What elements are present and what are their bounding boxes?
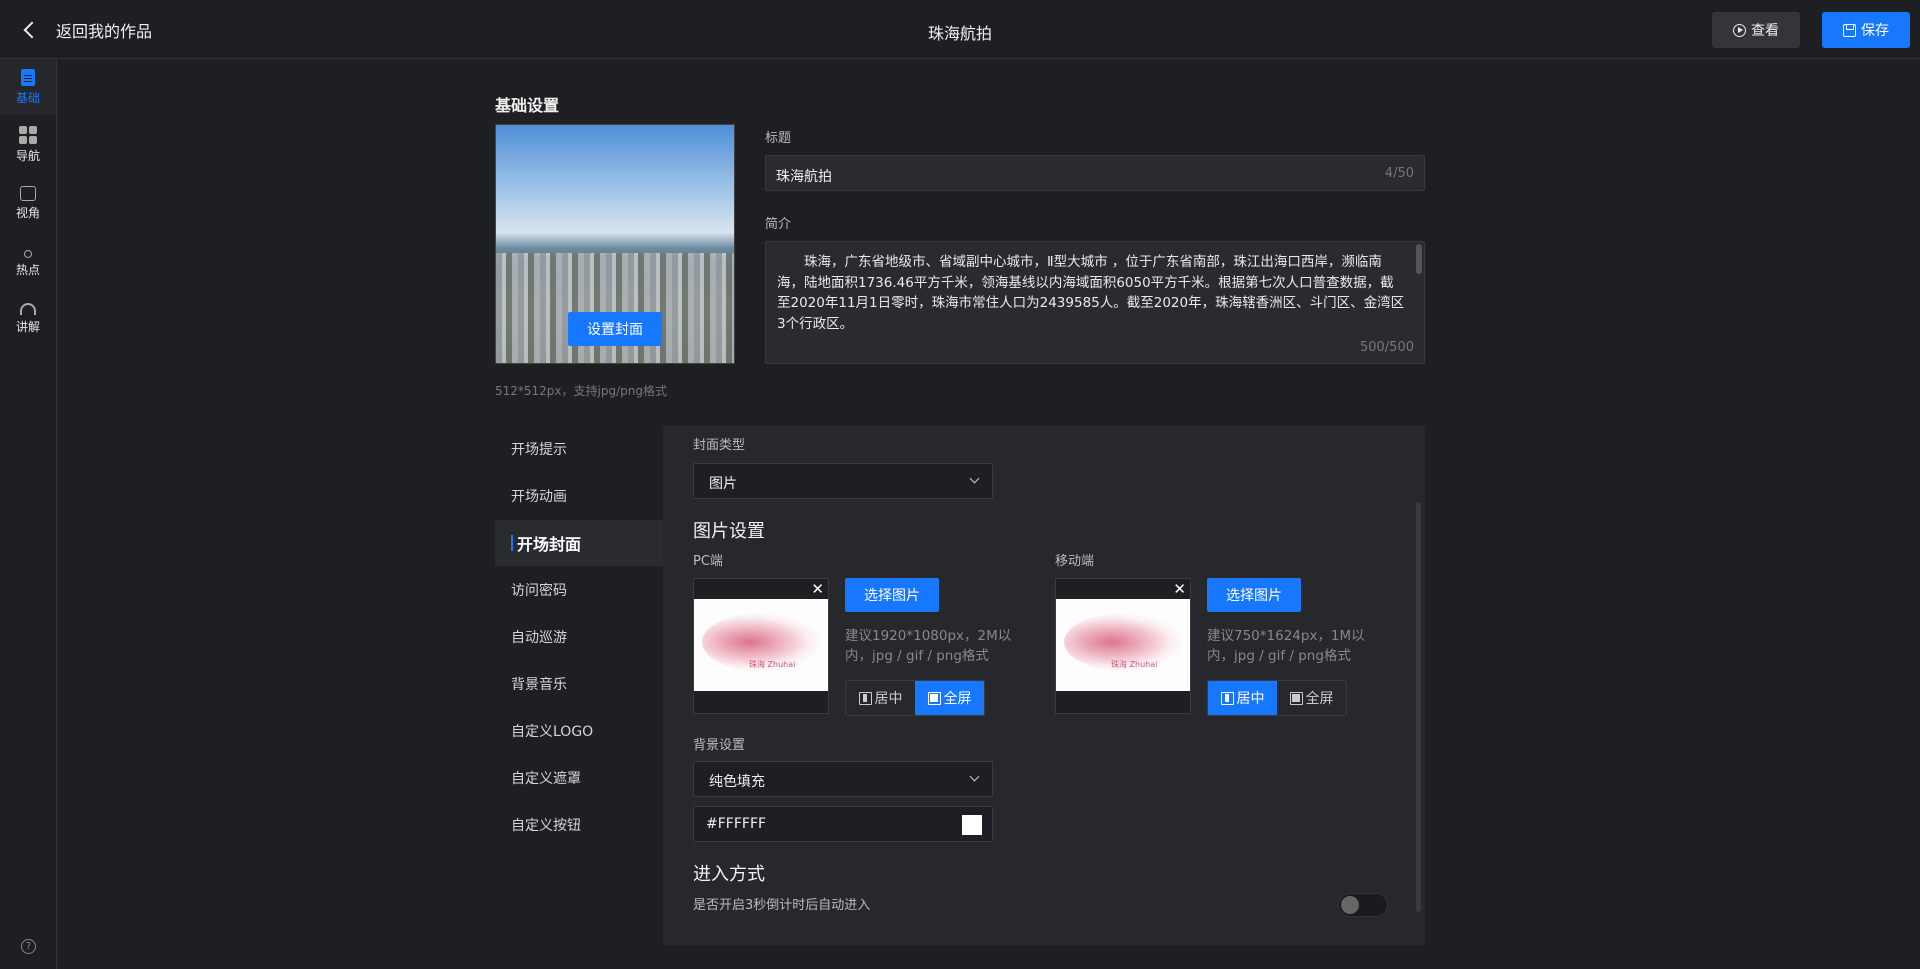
bg-color-input[interactable]: #FFFFFF — [693, 806, 993, 842]
grid-icon — [19, 126, 37, 144]
rail-item-view[interactable]: 视角 — [0, 175, 56, 231]
cover-type-label: 封面类型 — [693, 438, 746, 453]
rail-item-label: 基础 — [15, 90, 40, 105]
mobile-display-mode-toggle: 居中 全屏 — [1207, 680, 1347, 716]
rail-item-hotspot[interactable]: 热点 — [0, 233, 56, 289]
bg-settings-label: 背景设置 — [693, 738, 746, 753]
panel-scrollbar[interactable] — [1416, 502, 1421, 912]
set-cover-button[interactable]: 设置封面 — [568, 312, 662, 346]
tab-auto-tour[interactable]: 自动巡游 — [495, 614, 663, 660]
rail-item-label: 讲解 — [15, 320, 40, 334]
hotspot-icon — [24, 249, 32, 258]
intro-label: 简介 — [765, 217, 792, 232]
toggle-knob — [1341, 896, 1359, 914]
enter-mode-title: 进入方式 — [693, 864, 765, 885]
title-input[interactable]: 珠海航拍 4/50 — [765, 155, 1425, 191]
pc-fullscreen-option[interactable]: 全屏 — [915, 681, 984, 715]
fullscreen-label: 全屏 — [943, 691, 972, 707]
mobile-thumbnail: 珠海 Zhuhai ✕ — [1055, 578, 1191, 714]
tab-custom-button[interactable]: 自定义按钮 — [495, 802, 663, 848]
tab-opening-cover[interactable]: 开场封面 — [495, 520, 663, 566]
intro-textarea[interactable]: 珠海，广东省地级市、省域副中心城市，Ⅱ型大城市 ，位于广东省南部，珠江出海口西岸… — [765, 241, 1425, 364]
rail-item-label: 导航 — [15, 149, 40, 163]
cover-type-value: 图片 — [709, 476, 737, 492]
tab-opening-animation[interactable]: 开场动画 — [495, 473, 663, 519]
thumbnail-text: 珠海 Zhuhai — [749, 660, 796, 669]
document-icon — [21, 68, 35, 86]
pc-choose-image-button[interactable]: 选择图片 — [845, 578, 939, 612]
top-bar: 返回我的作品 珠海航拍 查看 保存 — [0, 0, 1920, 59]
cover-image: 设置封面 — [495, 124, 735, 364]
intro-char-count: 500/500 — [1359, 340, 1414, 355]
rail-item-label: 视角 — [15, 205, 40, 220]
mobile-label: 移动端 — [1055, 554, 1095, 569]
tab-background-music[interactable]: 背景音乐 — [495, 661, 663, 707]
title-char-count: 4/50 — [1384, 166, 1414, 181]
play-circle-icon — [1733, 23, 1746, 37]
color-swatch[interactable] — [962, 815, 982, 835]
mobile-fullscreen-option[interactable]: 全屏 — [1277, 681, 1346, 715]
close-icon[interactable]: ✕ — [811, 580, 824, 598]
fullscreen-icon — [1289, 691, 1303, 705]
pc-image-hint: 建议1920*1080px，2M以内，jpg / gif / png格式 — [845, 628, 1012, 664]
image-settings-title: 图片设置 — [693, 521, 765, 542]
tab-access-password[interactable]: 访问密码 — [495, 567, 663, 613]
chevron-down-icon — [969, 771, 980, 782]
left-rail: 基础 导航 视角 热点 讲解 — [0, 59, 57, 969]
pc-display-mode-toggle: 居中 全屏 — [845, 680, 985, 716]
center-icon — [858, 691, 872, 705]
save-button[interactable]: 保存 — [1822, 12, 1910, 48]
save-button-label: 保存 — [1861, 23, 1889, 39]
help-icon[interactable]: ? — [21, 939, 36, 954]
auto-enter-toggle[interactable] — [1338, 893, 1388, 917]
view-icon — [20, 185, 36, 201]
save-icon — [1843, 23, 1856, 37]
mobile-thumbnail-image: 珠海 Zhuhai — [1056, 599, 1190, 691]
enter-mode-desc: 是否开启3秒倒计时后自动进入 — [693, 898, 871, 913]
center-label: 居中 — [1236, 691, 1265, 707]
chevron-down-icon — [969, 473, 980, 484]
pc-thumbnail: 珠海 Zhuhai ✕ — [693, 578, 829, 714]
bg-color-value: #FFFFFF — [706, 816, 767, 832]
rail-item-nav[interactable]: 导航 — [0, 117, 56, 173]
center-icon — [1220, 691, 1234, 705]
tab-opening-tip[interactable]: 开场提示 — [495, 426, 663, 472]
center-label: 居中 — [874, 691, 903, 707]
mobile-center-option[interactable]: 居中 — [1208, 681, 1277, 715]
view-button[interactable]: 查看 — [1712, 12, 1800, 48]
pc-label: PC端 — [693, 554, 723, 569]
mobile-image-hint: 建议750*1624px，1M以内，jpg / gif / png格式 — [1207, 628, 1365, 664]
fullscreen-icon — [927, 691, 941, 705]
intro-textarea-value: 珠海，广东省地级市、省域副中心城市，Ⅱ型大城市 ，位于广东省南部，珠江出海口西岸… — [777, 254, 1405, 332]
page-title: 珠海航拍 — [927, 24, 992, 43]
bg-type-value: 纯色填充 — [709, 774, 765, 790]
section-title: 基础设置 — [495, 96, 560, 115]
view-button-label: 查看 — [1751, 23, 1779, 39]
cover-type-select[interactable]: 图片 — [693, 463, 993, 499]
headset-icon — [20, 303, 36, 315]
intro-scrollbar[interactable] — [1416, 244, 1422, 274]
rail-item-label: 热点 — [15, 262, 40, 277]
tab-custom-logo[interactable]: 自定义LOGO — [495, 708, 663, 754]
mobile-choose-image-button[interactable]: 选择图片 — [1207, 578, 1301, 612]
tab-custom-mask[interactable]: 自定义遮罩 — [495, 755, 663, 801]
rail-item-basic[interactable]: 基础 — [0, 59, 56, 115]
close-icon[interactable]: ✕ — [1173, 580, 1186, 598]
thumbnail-text: 珠海 Zhuhai — [1111, 660, 1158, 669]
bg-type-select[interactable]: 纯色填充 — [693, 761, 993, 797]
cover-city — [496, 253, 734, 363]
pc-center-option[interactable]: 居中 — [846, 681, 915, 715]
title-input-value: 珠海航拍 — [776, 169, 832, 185]
pc-thumbnail-image: 珠海 Zhuhai — [694, 599, 828, 691]
rail-item-narration[interactable]: 讲解 — [0, 291, 56, 347]
title-label: 标题 — [765, 131, 792, 146]
fullscreen-label: 全屏 — [1305, 691, 1334, 707]
cover-hint: 512*512px，支持jpg/png格式 — [495, 384, 667, 398]
